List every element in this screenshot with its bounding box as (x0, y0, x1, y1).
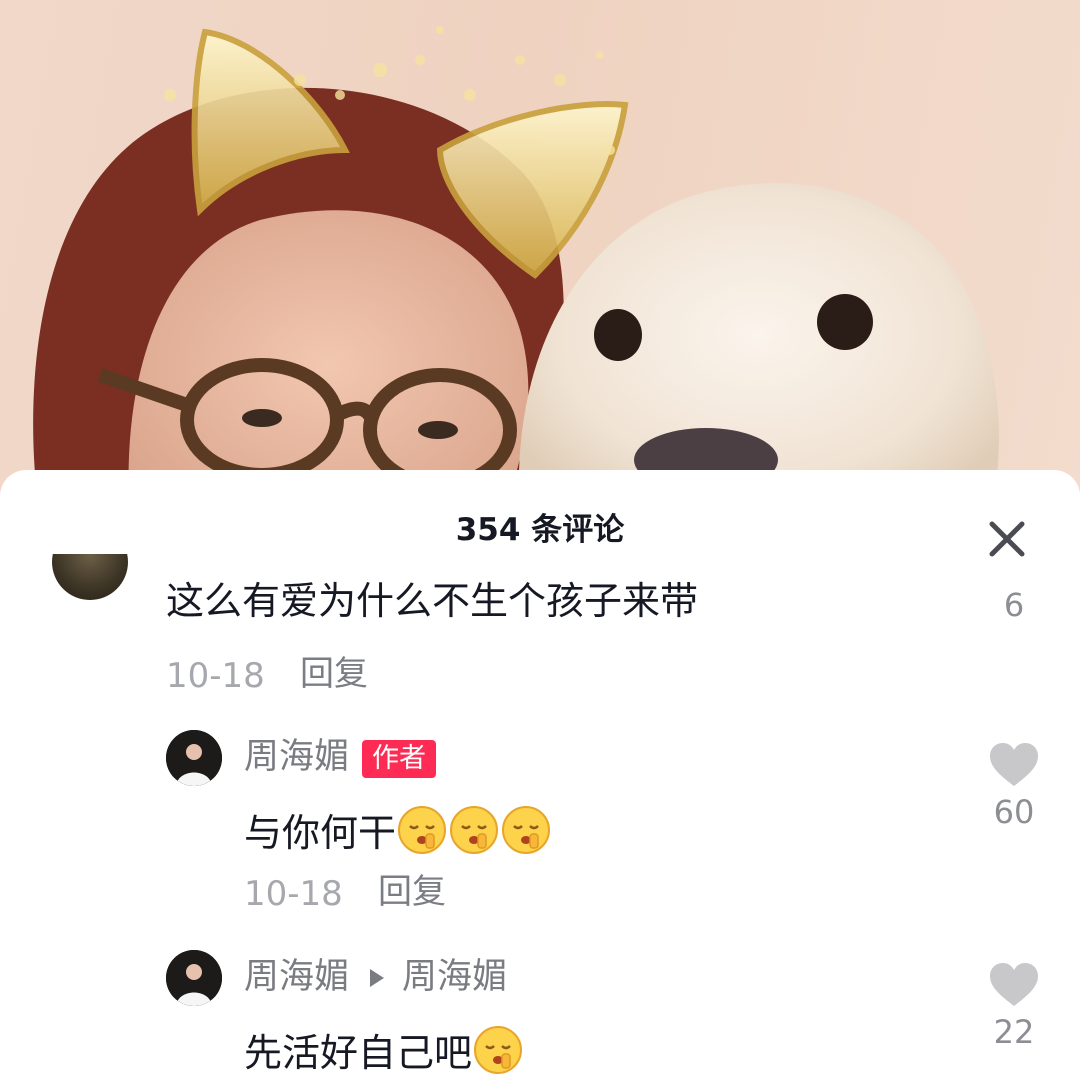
photo-illustration (33, 26, 999, 520)
comment-count-title: 354 条评论 (455, 512, 625, 548)
shush-face-emoji (450, 806, 499, 854)
reply-text: 与你何干 (244, 804, 552, 856)
shush-face-emoji (474, 1026, 523, 1074)
avatar-image (166, 730, 222, 786)
like-button[interactable] (988, 962, 1040, 1008)
reply-username[interactable]: 周海媚 (244, 740, 349, 775)
eye-left (242, 409, 282, 427)
avatar[interactable] (166, 950, 222, 1006)
dog-eye-right (817, 294, 873, 350)
reply-text-content: 与你何干 (244, 811, 397, 855)
reply-to-username[interactable]: 周海媚 (402, 960, 507, 995)
reply-date: 10-18 (244, 874, 343, 914)
close-icon (989, 521, 1025, 557)
like-count: 60 (993, 793, 1035, 831)
avatar[interactable] (52, 554, 128, 600)
like-count: 22 (993, 1013, 1035, 1051)
heart-icon (990, 963, 1038, 1006)
like-button[interactable] (988, 742, 1040, 788)
heart-icon (990, 743, 1038, 786)
reply-button[interactable]: 回复 (378, 875, 446, 909)
author-badge: 作者 (362, 740, 436, 778)
close-button[interactable] (980, 512, 1036, 568)
comment-date: 10-18 (166, 656, 265, 696)
reply-text: 先活好自己吧 (244, 1024, 524, 1076)
triangle-right-icon (370, 969, 384, 987)
comment-sheet: 354 条评论 这么有爱为什么不生个孩子来带 6 10-18 回复 周海媚 作者 (0, 470, 1080, 1076)
avatar-image (166, 950, 222, 1006)
video-background[interactable] (0, 0, 1080, 520)
shush-face-emoji (502, 806, 551, 854)
dog-eye-left (594, 309, 642, 361)
shush-face-emoji (398, 806, 447, 854)
comment-screen: 354 条评论 这么有爱为什么不生个孩子来带 6 10-18 回复 周海媚 作者 (0, 0, 1080, 1076)
reply-username[interactable]: 周海媚 (244, 960, 349, 995)
eye-right (418, 421, 458, 439)
comment-text: 这么有爱为什么不生个孩子来带 (166, 579, 699, 623)
reply-button[interactable]: 回复 (300, 657, 368, 691)
avatar[interactable] (166, 730, 222, 786)
reply-text-content: 先活好自己吧 (244, 1031, 473, 1075)
like-count: 6 (1003, 586, 1025, 624)
